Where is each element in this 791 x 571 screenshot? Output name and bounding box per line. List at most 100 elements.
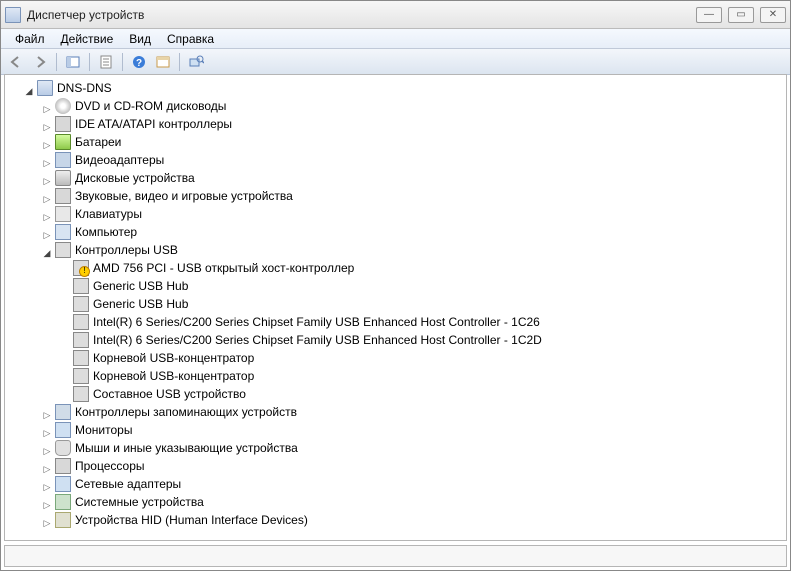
category-cpu[interactable]: Процессоры: [5, 457, 786, 475]
maximize-button[interactable]: ▭: [728, 7, 754, 23]
expand-toggle[interactable]: [41, 154, 53, 166]
category-usb[interactable]: Контроллеры USB: [5, 241, 786, 259]
category-label[interactable]: Клавиатуры: [75, 205, 142, 223]
device-usb-root-hub[interactable]: Корневой USB-концентратор: [5, 349, 786, 367]
forward-button[interactable]: [29, 51, 51, 73]
expand-toggle: [59, 316, 71, 328]
tree-root[interactable]: DNS-DNS: [5, 79, 786, 97]
category-disk[interactable]: Дисковые устройства: [5, 169, 786, 187]
expand-toggle[interactable]: [41, 496, 53, 508]
expand-toggle[interactable]: [41, 100, 53, 112]
arrow-right-icon: [32, 54, 48, 70]
storage-icon: [55, 404, 71, 420]
category-battery[interactable]: Батареи: [5, 133, 786, 151]
category-label[interactable]: Контроллеры запоминающих устройств: [75, 403, 297, 421]
device-label[interactable]: Корневой USB-концентратор: [93, 367, 254, 385]
expand-toggle: [59, 388, 71, 400]
expand-toggle[interactable]: [23, 82, 35, 94]
category-net[interactable]: Сетевые адаптеры: [5, 475, 786, 493]
device-label[interactable]: AMD 756 PCI - USB открытый хост-контролл…: [93, 259, 354, 277]
category-dvd[interactable]: DVD и CD-ROM дисководы: [5, 97, 786, 115]
category-hid[interactable]: Устройства HID (Human Interface Devices): [5, 511, 786, 529]
hid-icon: [55, 512, 71, 528]
category-monitor[interactable]: Мониторы: [5, 421, 786, 439]
category-audio[interactable]: Звуковые, видео и игровые устройства: [5, 187, 786, 205]
show-hide-console-button[interactable]: [62, 51, 84, 73]
device-label[interactable]: Generic USB Hub: [93, 295, 188, 313]
usb-icon: [73, 296, 89, 312]
hdd-icon: [55, 170, 71, 186]
category-label[interactable]: Дисковые устройства: [75, 169, 195, 187]
category-label[interactable]: Видеоадаптеры: [75, 151, 164, 169]
category-sys[interactable]: Системные устройства: [5, 493, 786, 511]
category-keyboard[interactable]: Клавиатуры: [5, 205, 786, 223]
scan-hardware-button[interactable]: [185, 51, 207, 73]
expand-toggle[interactable]: [41, 442, 53, 454]
back-button[interactable]: [5, 51, 27, 73]
arrow-left-icon: [8, 54, 24, 70]
root-label[interactable]: DNS-DNS: [57, 79, 112, 97]
panel-icon: [65, 54, 81, 70]
device-usb-root-hub[interactable]: Корневой USB-концентратор: [5, 367, 786, 385]
category-computer[interactable]: Компьютер: [5, 223, 786, 241]
device-usb-intel[interactable]: Intel(R) 6 Series/C200 Series Chipset Fa…: [5, 331, 786, 349]
expand-toggle: [59, 262, 71, 274]
expand-toggle[interactable]: [41, 190, 53, 202]
category-label[interactable]: Контроллеры USB: [75, 241, 178, 259]
expand-toggle[interactable]: [41, 226, 53, 238]
category-ide[interactable]: IDE ATA/ATAPI контроллеры: [5, 115, 786, 133]
category-label[interactable]: Системные устройства: [75, 493, 204, 511]
category-label[interactable]: Устройства HID (Human Interface Devices): [75, 511, 308, 529]
menu-file[interactable]: Файл: [7, 30, 53, 48]
expand-toggle[interactable]: [41, 478, 53, 490]
category-label[interactable]: Компьютер: [75, 223, 137, 241]
category-label[interactable]: Сетевые адаптеры: [75, 475, 181, 493]
device-usb-amd[interactable]: AMD 756 PCI - USB открытый хост-контролл…: [5, 259, 786, 277]
properties-button[interactable]: [95, 51, 117, 73]
expand-toggle[interactable]: [41, 406, 53, 418]
category-label[interactable]: Батареи: [75, 133, 121, 151]
device-usb-composite[interactable]: Составное USB устройство: [5, 385, 786, 403]
category-label[interactable]: IDE ATA/ATAPI контроллеры: [75, 115, 232, 133]
toolbar: ?: [1, 49, 790, 75]
category-label[interactable]: Процессоры: [75, 457, 145, 475]
expand-toggle[interactable]: [41, 208, 53, 220]
minimize-button[interactable]: —: [696, 7, 722, 23]
close-button[interactable]: ✕: [760, 7, 786, 23]
device-label[interactable]: Intel(R) 6 Series/C200 Series Chipset Fa…: [93, 313, 540, 331]
category-label[interactable]: Мониторы: [75, 421, 132, 439]
toolbar-separator: [56, 53, 57, 71]
battery-icon: [55, 134, 71, 150]
menu-action[interactable]: Действие: [53, 30, 122, 48]
category-label[interactable]: Звуковые, видео и игровые устройства: [75, 187, 293, 205]
mouse-icon: [55, 440, 71, 456]
expand-toggle[interactable]: [41, 514, 53, 526]
expand-toggle[interactable]: [41, 172, 53, 184]
expand-toggle[interactable]: [41, 460, 53, 472]
device-label[interactable]: Составное USB устройство: [93, 385, 246, 403]
expand-toggle[interactable]: [41, 136, 53, 148]
refresh-button[interactable]: [152, 51, 174, 73]
expand-toggle[interactable]: [41, 424, 53, 436]
device-usb-hub[interactable]: Generic USB Hub: [5, 277, 786, 295]
expand-toggle: [59, 298, 71, 310]
device-label[interactable]: Корневой USB-концентратор: [93, 349, 254, 367]
refresh-icon: [155, 54, 171, 70]
device-usb-hub[interactable]: Generic USB Hub: [5, 295, 786, 313]
device-tree-panel[interactable]: DNS-DNS DVD и CD-ROM дисководы IDE ATA/A…: [4, 74, 787, 541]
toolbar-separator: [122, 53, 123, 71]
usb-icon: [73, 332, 89, 348]
device-label[interactable]: Generic USB Hub: [93, 277, 188, 295]
category-storage[interactable]: Контроллеры запоминающих устройств: [5, 403, 786, 421]
expand-toggle[interactable]: [41, 244, 53, 256]
category-mouse[interactable]: Мыши и иные указывающие устройства: [5, 439, 786, 457]
category-video[interactable]: Видеоадаптеры: [5, 151, 786, 169]
category-label[interactable]: DVD и CD-ROM дисководы: [75, 97, 226, 115]
device-usb-intel[interactable]: Intel(R) 6 Series/C200 Series Chipset Fa…: [5, 313, 786, 331]
expand-toggle[interactable]: [41, 118, 53, 130]
help-button[interactable]: ?: [128, 51, 150, 73]
category-label[interactable]: Мыши и иные указывающие устройства: [75, 439, 298, 457]
menu-help[interactable]: Справка: [159, 30, 222, 48]
device-label[interactable]: Intel(R) 6 Series/C200 Series Chipset Fa…: [93, 331, 542, 349]
menu-view[interactable]: Вид: [121, 30, 159, 48]
